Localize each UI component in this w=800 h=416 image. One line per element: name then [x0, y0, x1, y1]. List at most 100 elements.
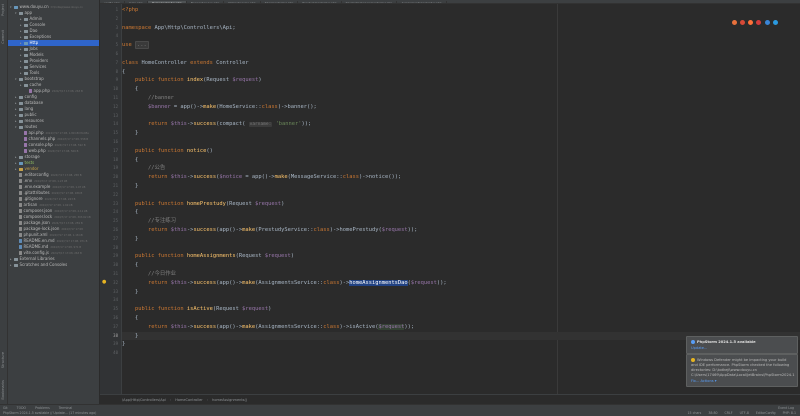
code-line[interactable] — [122, 50, 800, 59]
code-line[interactable]: public function index(Request $request) — [122, 76, 800, 85]
code-line[interactable] — [122, 244, 800, 253]
tree-item-label: artisan — [23, 202, 38, 207]
status-message[interactable]: PhpStorm 2024.1.5 available // Update...… — [3, 411, 96, 415]
code-line[interactable] — [122, 112, 800, 121]
firefox-icon[interactable] — [748, 20, 754, 25]
file-icon — [19, 251, 22, 255]
code-line[interactable]: public function homePrestudy(Request $re… — [122, 200, 800, 209]
status-line-separator[interactable]: CRLF — [725, 411, 733, 415]
folder-icon — [19, 125, 23, 129]
tree-item[interactable]: ▸ Scratches and Consoles — [8, 262, 99, 268]
edge-icon[interactable] — [764, 20, 770, 25]
code-line[interactable]: { — [122, 314, 800, 323]
code-line[interactable]: return $this->success($notice = app()->m… — [122, 173, 800, 182]
code-line[interactable]: //专注练习 — [122, 217, 800, 226]
line-number: 19 — [113, 165, 118, 171]
tool-window-structure[interactable]: Structure — [1, 352, 7, 368]
code-line[interactable]: { — [122, 208, 800, 217]
tree-item-meta: 2024/7/17 17:08, 558 B — [57, 138, 89, 141]
file-icon — [19, 203, 22, 207]
line-number-gutter[interactable]: 1 2 3 4 5 6 7 8 9 10 11 12 13 14 15 16 17 18 19 20 21 22 23 24 2… — [100, 4, 122, 394]
file-icon — [19, 233, 22, 237]
code-line[interactable] — [122, 32, 800, 41]
code-line[interactable] — [122, 138, 800, 147]
update-link[interactable]: Update... — [691, 346, 793, 350]
folder-icon — [24, 35, 28, 39]
folder-icon — [19, 113, 23, 117]
code-line[interactable]: { — [122, 85, 800, 94]
breadcrumb-method[interactable]: homeAssignments() — [212, 398, 247, 402]
code-line[interactable]: //公告 — [122, 164, 800, 173]
code-line[interactable]: //今日作业 — [122, 270, 800, 279]
tree-item-meta: 2024/7/17 17:08, 263 B — [51, 90, 83, 93]
status-editorconfig[interactable]: EditorConfig — [756, 411, 776, 415]
code-line[interactable]: return $this->success(compact( varname: … — [122, 120, 800, 129]
line-number: 40 — [113, 350, 118, 356]
code-line[interactable]: class HomeController extends Controller — [122, 59, 800, 68]
code-line[interactable]: return $this->success(app()->make(Assign… — [122, 279, 800, 288]
status-selection-chars: 15 chars — [687, 411, 702, 415]
lightbulb-icon[interactable]: ● — [102, 280, 107, 285]
code-line[interactable]: public function homeAssignments(Request … — [122, 252, 800, 261]
tree-item-label: Admin — [29, 16, 43, 21]
file-icon — [29, 89, 32, 93]
opera-icon[interactable] — [756, 20, 762, 25]
tree-item-meta: 2024/7/17 17:08, 1.69 kB — [39, 204, 73, 207]
code-line[interactable]: //banner — [122, 94, 800, 103]
tree-item-meta: 2024/7/17 17:08, 971 B — [50, 246, 82, 249]
code-line[interactable] — [122, 296, 800, 305]
tree-item-label: vendor — [24, 166, 39, 171]
line-number: 1 — [115, 7, 118, 12]
code-line[interactable]: { — [122, 261, 800, 270]
code-line[interactable] — [122, 191, 800, 200]
file-icon — [24, 149, 27, 153]
code-line[interactable]: public function notice() — [122, 147, 800, 156]
code-line[interactable]: { — [122, 68, 800, 77]
folder-icon — [19, 167, 23, 171]
code-line[interactable]: } — [122, 235, 800, 244]
file-icon — [19, 185, 22, 189]
code-line[interactable]: return $this->success(app()->make(Assign… — [122, 323, 800, 332]
ide-window: Project Commit Structure Bookmarks ▾ www.… — [0, 0, 800, 416]
code-line[interactable]: return $this->success(app()->make(Prestu… — [122, 226, 800, 235]
tool-window-commit[interactable]: Commit — [1, 30, 7, 44]
code-line[interactable]: } — [122, 288, 800, 297]
line-number: 2 — [115, 15, 118, 21]
code-line[interactable]: $banner = app()->make(HomeService::class… — [122, 103, 800, 112]
file-icon — [19, 221, 22, 225]
line-number: 20 — [113, 174, 118, 180]
chrome-icon[interactable] — [739, 20, 745, 25]
code-line[interactable]: use ... — [122, 41, 800, 50]
tool-window-bookmarks[interactable]: Bookmarks — [1, 380, 7, 400]
status-caret-position[interactable]: 38:80 — [708, 411, 717, 415]
folder-icon — [14, 263, 18, 267]
line-number: 13 — [113, 112, 118, 118]
code-line[interactable]: namespace App\Http\Controllers\Api; — [122, 24, 800, 33]
defender-notification: Windows Defender might be impacting your… — [686, 354, 798, 387]
line-number: 15 — [113, 130, 118, 136]
ie-icon[interactable] — [773, 20, 778, 25]
breadcrumb-namespace[interactable]: \App\Http\Controllers\Api — [122, 398, 166, 402]
code-line[interactable]: { — [122, 156, 800, 165]
code-line[interactable]: public function isActive(Request $reques… — [122, 305, 800, 314]
file-icon — [19, 179, 22, 183]
file-icon — [19, 245, 22, 249]
file-icon — [24, 131, 27, 135]
code-line[interactable]: } — [122, 129, 800, 138]
left-tool-strip: Project Commit Structure Bookmarks — [0, 0, 8, 404]
tree-item-label: app.php — [33, 88, 50, 93]
status-language-level[interactable]: PHP: 8.1 — [783, 411, 796, 415]
tool-window-project[interactable]: Project — [1, 4, 7, 16]
defender-actions-link[interactable]: Fix... Actions ▾ — [691, 379, 793, 383]
phpstorm-preview-icon[interactable] — [731, 20, 737, 25]
code-line[interactable]: } — [122, 182, 800, 191]
code-line[interactable]: <?php — [122, 6, 800, 15]
tree-item-label: phpunit.xml — [23, 232, 48, 237]
line-number: 33 — [113, 288, 118, 294]
file-icon — [19, 209, 22, 213]
breadcrumb-class[interactable]: HomeController — [175, 398, 203, 402]
tree-item-meta: D:\txdkeji\www.douyu.cn — [50, 6, 83, 9]
status-encoding[interactable]: UTF-8 — [740, 411, 749, 415]
code-line[interactable] — [122, 15, 800, 24]
tree-item-label: Jobs — [29, 46, 38, 51]
